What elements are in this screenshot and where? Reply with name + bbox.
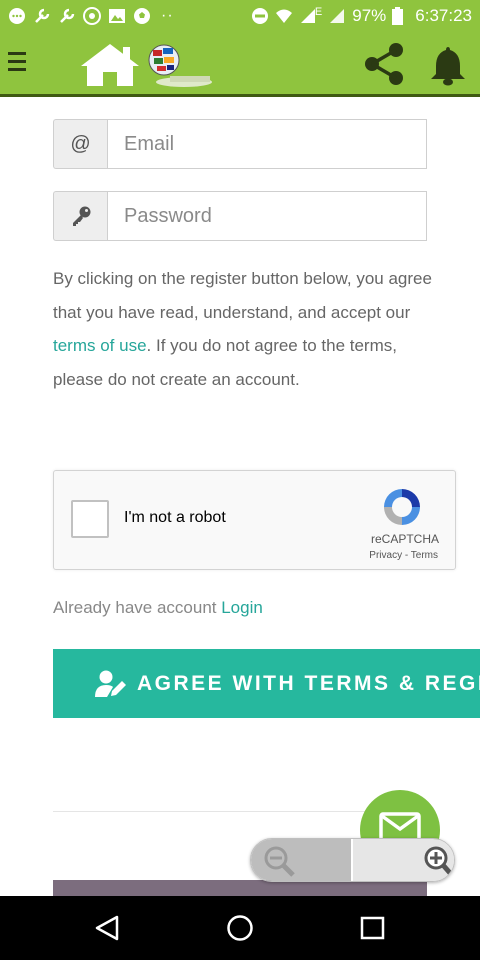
- zoom-out-button[interactable]: [251, 839, 353, 881]
- battery-percent: 97%: [352, 6, 387, 25]
- login-prompt: Already have account Login: [53, 598, 263, 618]
- password-field[interactable]: [107, 191, 427, 241]
- image-icon: [109, 9, 125, 23]
- banner-image: [53, 880, 427, 896]
- wifi-icon: [275, 9, 292, 23]
- zoom-in-icon: [424, 846, 452, 875]
- home-icon[interactable]: [77, 42, 143, 88]
- zoom-out-icon: [264, 846, 295, 877]
- system-status: E 97% 6:37:23: [251, 6, 472, 26]
- battery-icon: [392, 7, 404, 25]
- already-have-account-text: Already have account: [53, 598, 222, 617]
- terms-text-start: By clicking on the register button below…: [53, 269, 432, 322]
- terms-of-use-link[interactable]: terms of use: [53, 336, 147, 355]
- agree-register-button[interactable]: AGREE WITH TERMS & REGISTER: [53, 649, 480, 718]
- more-notifications-icon: ··: [161, 7, 174, 24]
- chat-icon: [9, 8, 25, 24]
- share-icon[interactable]: [360, 40, 408, 88]
- wrench-icon: [60, 8, 75, 23]
- recaptcha-brand: reCAPTCHA: [370, 532, 439, 546]
- wrench-icon: [35, 8, 50, 23]
- signal-icon: [330, 9, 345, 23]
- recaptcha-privacy-terms[interactable]: Privacy - Terms: [369, 550, 438, 561]
- key-icon: [53, 191, 107, 241]
- agree-button-label: AGREE WITH TERMS & REGISTER: [137, 671, 480, 695]
- recaptcha-label: I'm not a robot: [124, 509, 226, 526]
- recaptcha-logo-icon: [384, 489, 420, 525]
- login-link[interactable]: Login: [221, 598, 263, 617]
- email-input-group: @: [53, 119, 427, 169]
- home-nav-icon[interactable]: [226, 914, 254, 942]
- notification-icons: ··: [8, 7, 174, 25]
- network-type: E: [314, 6, 323, 18]
- zoom-in-button[interactable]: [352, 839, 454, 881]
- app-bar: [0, 32, 480, 97]
- zoom-controls: [250, 838, 455, 882]
- recaptcha-widget: I'm not a robot reCAPTCHA Privacy - Term…: [53, 470, 456, 570]
- bell-icon[interactable]: [428, 44, 468, 86]
- email-field[interactable]: [107, 119, 427, 169]
- at-icon: @: [53, 119, 107, 169]
- menu-icon[interactable]: [8, 52, 28, 74]
- recaptcha-checkbox[interactable]: [71, 500, 109, 538]
- password-input-group: [53, 191, 427, 241]
- clock: 6:37:23: [415, 6, 472, 25]
- navigation-bar: [0, 896, 480, 960]
- globe-logo-icon: [148, 44, 212, 87]
- user-edit-icon: [95, 670, 126, 697]
- recent-apps-icon[interactable]: [360, 916, 386, 940]
- soccer-icon: [134, 8, 150, 24]
- terms-paragraph: By clicking on the register button below…: [53, 262, 433, 396]
- status-bar: ·· E 97% 6:37:23: [0, 0, 480, 32]
- divider: [53, 811, 383, 812]
- back-icon[interactable]: [92, 914, 122, 942]
- minus-circle-icon: [251, 8, 268, 24]
- chrome-icon: [83, 7, 101, 25]
